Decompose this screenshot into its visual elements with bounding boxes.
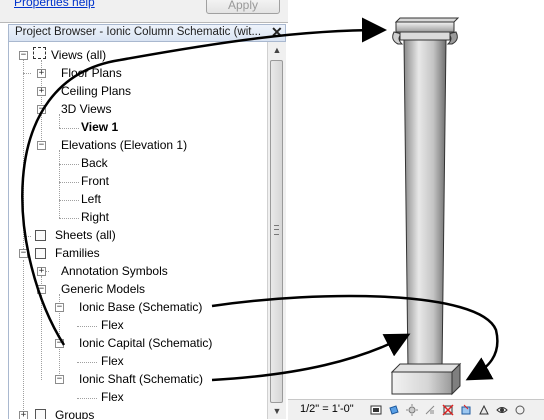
close-icon[interactable]: ✕ [271, 24, 283, 41]
view-scale-label[interactable]: 1/2" = 1'-0" [300, 403, 354, 415]
sheet-icon [35, 230, 46, 241]
tree-item-ionic-base[interactable]: Ionic Base (Schematic) [79, 298, 202, 316]
tree-item-right[interactable]: Right [81, 208, 109, 226]
tree-guide [59, 164, 79, 165]
collapse-toggle-3d-views[interactable]: − [37, 105, 46, 114]
ionic-column-3d-view[interactable] [288, 0, 544, 399]
tree-item-flex-capital[interactable]: Flex [101, 352, 124, 370]
tree-item-floor-plans[interactable]: Floor Plans [61, 64, 122, 82]
shadows-icon[interactable] [424, 404, 436, 416]
tree-item-back[interactable]: Back [81, 154, 108, 172]
tree-item-families[interactable]: Families [55, 244, 100, 262]
tree-guide [59, 182, 79, 183]
tree-item-flex-shaft[interactable]: Flex [101, 388, 124, 406]
tree-guide [23, 260, 24, 410]
crop-view-icon[interactable] [442, 404, 454, 416]
expand-toggle-annotation-symbols[interactable]: + [37, 267, 46, 276]
tree-guide [23, 236, 31, 237]
properties-footer: Properties help Apply [0, 0, 288, 23]
tree-guide [59, 200, 79, 201]
tree-item-annotation-symbols[interactable]: Annotation Symbols [61, 262, 168, 280]
tree-guide [23, 73, 31, 74]
tree-item-view-1[interactable]: View 1 [81, 118, 118, 136]
collapse-toggle-ionic-shaft[interactable]: − [55, 375, 64, 384]
scroll-down-icon[interactable]: ▼ [268, 403, 286, 419]
project-browser-titlebar: Project Browser - Ionic Column Schematic… [8, 24, 286, 42]
tree-item-ionic-capital[interactable]: Ionic Capital (Schematic) [79, 334, 212, 352]
project-browser-title: Project Browser - Ionic Column Schematic… [15, 26, 262, 38]
tree-item-flex-base[interactable]: Flex [101, 316, 124, 334]
tree-item-elevations[interactable]: Elevations (Elevation 1) [61, 136, 187, 154]
tree-item-ceiling-plans[interactable]: Ceiling Plans [61, 82, 131, 100]
column-shaft[interactable] [403, 39, 447, 371]
tree-item-front[interactable]: Front [81, 172, 109, 190]
tree-item-groups[interactable]: Groups [55, 406, 94, 419]
tree-guide [77, 398, 97, 399]
tree-guide [77, 326, 97, 327]
views-icon [33, 47, 46, 59]
collapse-toggle-generic-models[interactable]: − [37, 285, 46, 294]
expand-toggle-floor-plans[interactable]: + [37, 69, 46, 78]
show-crop-icon[interactable] [460, 404, 472, 416]
reveal-hidden-icon[interactable] [496, 404, 508, 416]
scroll-grip-icon [274, 225, 279, 235]
collapse-toggle-ionic-base[interactable]: − [55, 303, 64, 312]
tree-guide [59, 218, 79, 219]
expand-toggle-groups[interactable]: + [19, 411, 28, 419]
tree-guide [77, 362, 97, 363]
tree-guide [59, 150, 60, 218]
tree-item-3d-views[interactable]: 3D Views [61, 100, 111, 118]
tree-item-left[interactable]: Left [81, 190, 101, 208]
tree-item-generic-models[interactable]: Generic Models [61, 280, 145, 298]
collapse-toggle-ionic-capital[interactable]: − [55, 339, 64, 348]
apply-button[interactable]: Apply [206, 0, 280, 14]
detail-level-icon[interactable] [370, 404, 382, 416]
collapse-toggle-elevations[interactable]: − [37, 141, 46, 150]
tree-guide [59, 114, 60, 128]
tree-item-ionic-shaft[interactable]: Ionic Shaft (Schematic) [79, 370, 203, 388]
tree-item-views-all[interactable]: Views (all) [51, 46, 106, 64]
collapse-toggle-families[interactable]: − [19, 249, 28, 258]
tree-guide [23, 60, 24, 255]
properties-help-link[interactable]: Properties help [14, 0, 95, 9]
view-control-bar: 1/2" = 1'-0" [288, 399, 544, 420]
tree-guide [59, 128, 79, 129]
scroll-thumb[interactable] [270, 60, 283, 403]
scroll-up-icon[interactable]: ▲ [268, 42, 286, 58]
tree-scrollbar[interactable]: ▲ ▼ [267, 42, 286, 419]
collapse-toggle-views[interactable]: − [19, 51, 28, 60]
families-icon [35, 248, 46, 259]
visual-style-icon[interactable] [388, 404, 400, 416]
column-base[interactable] [390, 362, 462, 396]
tree-item-sheets-all[interactable]: Sheets (all) [55, 226, 116, 244]
temporary-hide-icon[interactable] [478, 404, 490, 416]
sun-path-icon[interactable] [406, 404, 418, 416]
groups-icon [35, 409, 46, 419]
analysis-icon[interactable] [514, 404, 526, 416]
project-browser-tree[interactable]: − Views (all) + Floor Plans + Ceiling Pl… [8, 42, 268, 419]
expand-toggle-ceiling-plans[interactable]: + [37, 87, 46, 96]
